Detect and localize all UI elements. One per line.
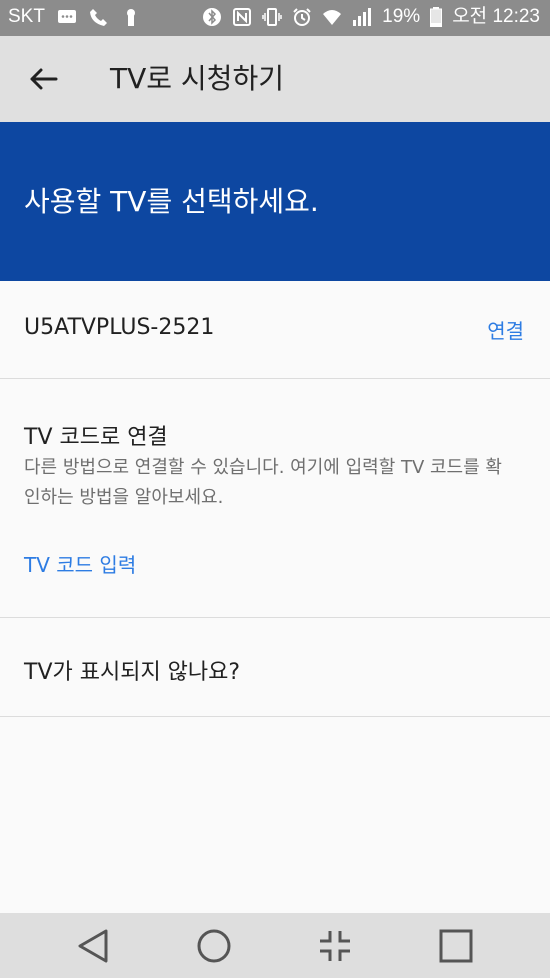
carrier-label: SKT: [8, 6, 45, 27]
tv-code-description: 다른 방법으로 연결할 수 있습니다. 여기에 입력할 TV 코드를 확인하는 …: [24, 457, 502, 508]
signal-icon: [353, 8, 372, 26]
keyhole-icon: [126, 9, 135, 26]
home-circle-icon[interactable]: [191, 923, 237, 969]
tv-not-shown-row[interactable]: TV가 표시되지 않나요?: [0, 618, 550, 717]
arrow-left-icon[interactable]: [26, 62, 60, 96]
clock: 오전 12:23: [452, 6, 540, 27]
device-row[interactable]: U5ATVPLUS-2521 연결: [0, 281, 550, 379]
banner-heading: 사용할 TV를 선택하세요.: [24, 185, 319, 218]
select-tv-banner: 사용할 TV를 선택하세요.: [0, 122, 550, 281]
tv-code-section: TV 코드로 연결 다른 방법으로 연결할 수 있습니다. 여기에 입력할 TV…: [0, 379, 550, 618]
message-icon: [57, 10, 76, 23]
vibrate-icon: [262, 8, 282, 26]
page-title: TV로 시청하기: [110, 62, 284, 95]
status-bar-right: 19% 오전 12:23: [202, 7, 540, 27]
back-triangle-icon[interactable]: [70, 923, 116, 969]
app-bar: TV로 시청하기: [0, 36, 550, 122]
enter-tv-code-link[interactable]: TV 코드 입력: [24, 549, 136, 578]
alarm-icon: [293, 8, 311, 26]
recents-square-icon[interactable]: [433, 923, 479, 969]
tv-not-shown-label: TV가 표시되지 않나요?: [24, 660, 241, 685]
status-bar-left: SKT: [8, 7, 141, 27]
split-screen-icon[interactable]: [312, 923, 358, 969]
battery-icon: [430, 7, 443, 27]
connect-button[interactable]: 연결: [487, 315, 524, 344]
bluetooth-icon: [203, 8, 222, 26]
system-nav-bar: [0, 913, 550, 978]
wifi-icon: [323, 10, 342, 25]
device-name: U5ATVPLUS-2521: [24, 315, 215, 340]
tv-code-heading: TV 코드로 연결: [24, 425, 168, 450]
wifi-call-icon: [89, 9, 107, 26]
status-bar: SKT 19% 오전 12:23: [0, 0, 550, 36]
nfc-icon: [233, 8, 252, 26]
battery-percent: 19%: [382, 6, 421, 27]
